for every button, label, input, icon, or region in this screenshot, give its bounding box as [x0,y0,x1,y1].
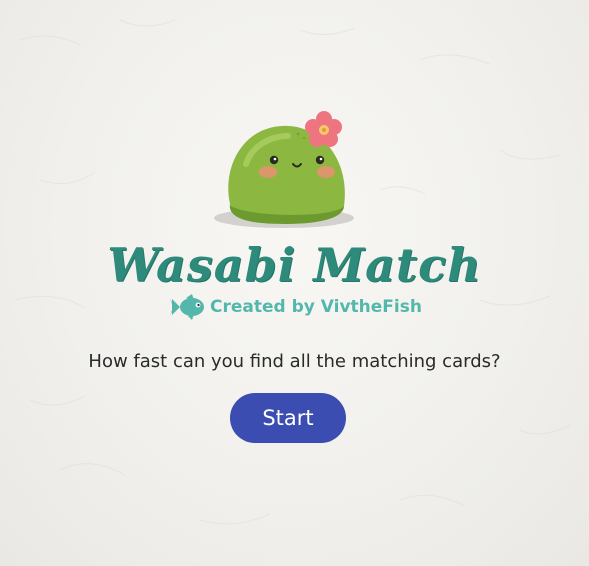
wasabi-mascot-icon [214,111,354,228]
game-prompt: How fast can you find all the matching c… [88,351,501,372]
start-button[interactable]: Start [230,393,346,443]
credit-line: Created by VivtheFish [170,293,422,321]
credit-text: Created by VivtheFish [210,297,422,317]
game-title: Wasabi Match [107,238,482,292]
fish-icon [170,294,204,320]
